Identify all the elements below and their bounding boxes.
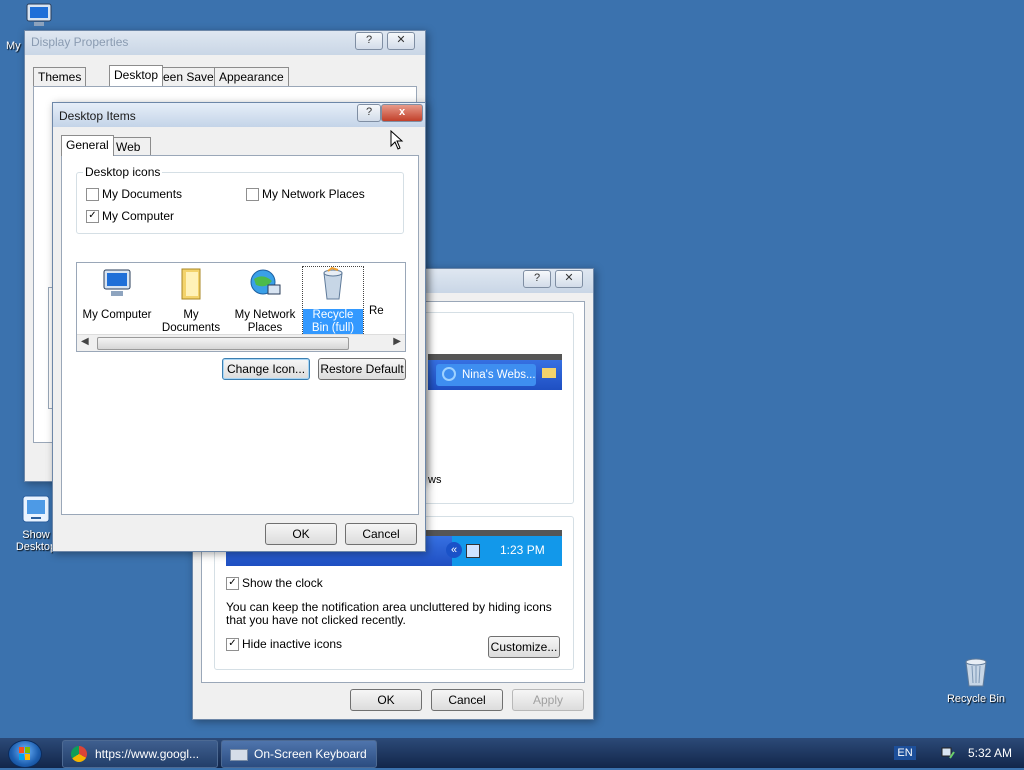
- scroll-right-arrow-icon[interactable]: ▶: [393, 336, 401, 347]
- ie-icon: [442, 367, 456, 381]
- taskbar: https://www.googl... On-Screen Keyboard …: [0, 738, 1024, 768]
- cancel-button[interactable]: Cancel: [345, 523, 417, 545]
- close-button[interactable]: x: [381, 104, 423, 122]
- list-item-recycle-bin-empty[interactable]: Re: [369, 267, 405, 318]
- my-network-places-icon: [250, 269, 281, 295]
- taskbar-preview: Nina's Webs...: [428, 354, 562, 390]
- chrome-icon: [71, 746, 87, 762]
- my-computer-icon: [26, 3, 52, 26]
- taskbar-item-label: On-Screen Keyboard: [254, 747, 367, 761]
- tab-general[interactable]: General: [61, 135, 114, 156]
- show-desktop-icon: [22, 495, 50, 523]
- tab-desktop[interactable]: Desktop: [109, 65, 164, 86]
- apply-button[interactable]: Apply: [512, 689, 584, 711]
- folder-icon: [542, 368, 556, 378]
- taskbar-item-label: https://www.googl...: [95, 747, 200, 761]
- desktop-icon-label: My: [6, 40, 21, 52]
- list-item-label: My Computer: [82, 309, 152, 321]
- keyboard-icon: [230, 749, 248, 761]
- clock-preview: 1:23 PM: [500, 543, 545, 557]
- title-bar[interactable]: Display Properties ? ✕: [25, 31, 425, 55]
- preview-taskbar-button: Nina's Webs...: [436, 364, 536, 386]
- taskbar-item-on-screen-keyboard[interactable]: On-Screen Keyboard: [221, 740, 377, 768]
- taskbar-item-chrome[interactable]: https://www.googl...: [62, 740, 218, 768]
- ok-button[interactable]: OK: [350, 689, 422, 711]
- fragment-text: ws: [428, 474, 442, 486]
- recycle-bin-empty-icon: [372, 267, 405, 301]
- network-tray-icon[interactable]: [940, 744, 956, 762]
- list-item-label: Recycle Bin (full): [303, 309, 363, 335]
- my-network-places-checkbox[interactable]: [246, 188, 259, 201]
- window-title: Display Properties: [31, 35, 129, 49]
- recycle-bin-icon: [965, 658, 987, 687]
- list-item-my-network-places[interactable]: My Network Places: [227, 267, 303, 335]
- my-documents-label: My Documents: [102, 187, 183, 201]
- customize-button[interactable]: Customize...: [488, 636, 560, 658]
- windows-logo-icon: [19, 747, 30, 760]
- hide-inactive-label: Hide inactive icons: [242, 637, 343, 651]
- language-indicator[interactable]: EN: [894, 746, 916, 760]
- cancel-button[interactable]: Cancel: [431, 689, 503, 711]
- tab-appearance[interactable]: Appearance: [214, 67, 289, 86]
- mouse-cursor-icon: [390, 130, 404, 150]
- scrollbar-thumb[interactable]: [97, 337, 349, 350]
- restore-default-button[interactable]: Restore Default: [318, 358, 406, 380]
- list-item-label: My Documents: [161, 309, 221, 334]
- preview-taskbar-label: Nina's Webs...: [462, 369, 536, 381]
- desktop-items-dialog: Desktop Items ? x General Web Desktop ic…: [52, 102, 426, 552]
- tab-web[interactable]: Web: [111, 137, 151, 156]
- my-computer-checkbox[interactable]: ✓: [86, 210, 99, 223]
- ok-button[interactable]: OK: [265, 523, 337, 545]
- icon-list[interactable]: My Computer My Documents My Network Plac…: [76, 262, 406, 352]
- help-button[interactable]: ?: [357, 104, 381, 122]
- my-documents-checkbox[interactable]: [86, 188, 99, 201]
- tab-themes[interactable]: Themes: [33, 67, 87, 86]
- desktop-icon-label: Recycle Bin: [946, 693, 1006, 705]
- desktop-icon-recycle-bin[interactable]: Recycle Bin: [944, 656, 1008, 705]
- scroll-left-arrow-icon[interactable]: ◀: [81, 336, 89, 347]
- help-button[interactable]: ?: [523, 270, 551, 288]
- my-network-places-label: My Network Places: [262, 187, 365, 201]
- close-button[interactable]: ✕: [555, 270, 583, 288]
- clock[interactable]: 5:32 AM: [968, 746, 1012, 760]
- close-button[interactable]: ✕: [387, 32, 415, 50]
- chevron-left-icon: «: [446, 542, 462, 558]
- recycle-bin-full-icon: [323, 266, 343, 300]
- show-clock-checkbox[interactable]: ✓: [226, 577, 239, 590]
- list-item-label: Re: [369, 305, 384, 317]
- list-item-my-computer[interactable]: My Computer: [79, 267, 155, 322]
- list-item-my-documents[interactable]: My Documents: [153, 267, 229, 335]
- list-item-recycle-bin-full[interactable]: Recycle Bin (full): [302, 266, 364, 336]
- desktop-icons-group: Desktop icons: [76, 165, 404, 234]
- tab-strip: Themes Desktop Screen Saver Appearance: [33, 65, 415, 87]
- tab-strip: General Web: [61, 135, 417, 157]
- window-title: Desktop Items: [59, 109, 136, 123]
- change-icon-button[interactable]: Change Icon...: [222, 358, 310, 380]
- start-button[interactable]: [8, 740, 42, 768]
- notification-note: You can keep the notification area unclu…: [226, 600, 552, 627]
- network-icon: [466, 544, 480, 558]
- language-label: EN: [897, 747, 913, 759]
- group-title: Desktop icons: [83, 165, 163, 179]
- hide-inactive-checkbox[interactable]: ✓: [226, 638, 239, 651]
- general-tab-panel: Desktop icons My Documents My Network Pl…: [61, 155, 419, 515]
- title-bar[interactable]: Desktop Items ? x: [53, 103, 425, 127]
- show-clock-label: Show the clock: [242, 576, 323, 590]
- tray-preview: « 1:23 PM: [446, 536, 562, 566]
- my-documents-icon: [181, 268, 201, 300]
- horizontal-scrollbar[interactable]: ◀ ▶: [77, 334, 405, 351]
- my-computer-icon: [103, 269, 131, 296]
- list-item-label: My Network Places: [234, 309, 296, 334]
- my-computer-label: My Computer: [102, 209, 175, 223]
- help-button[interactable]: ?: [355, 32, 383, 50]
